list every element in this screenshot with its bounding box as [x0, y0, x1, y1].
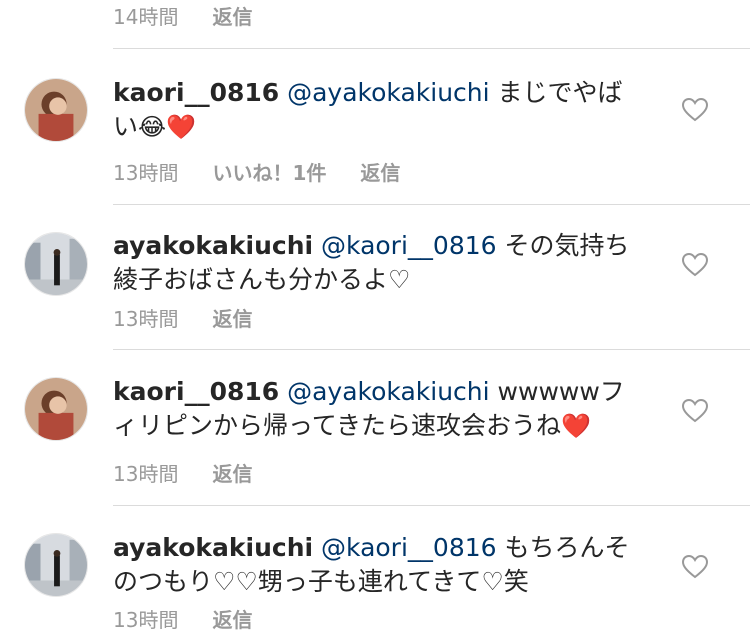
divider [113, 349, 750, 350]
avatar-kaori[interactable] [24, 78, 88, 142]
divider [113, 505, 750, 506]
avatar-ayako[interactable] [24, 533, 88, 597]
comment-username[interactable]: ayakokakiuchi [113, 231, 313, 260]
comment-meta: 13時間 返信 [113, 604, 252, 633]
comment-meta: 13時間 返信 [113, 303, 252, 332]
comment-text: ayakokakiuchi @kaori__0816 その気持ち綾子おばさんも分… [113, 229, 633, 297]
comment-username[interactable]: kaori__0816 [113, 377, 279, 406]
comment-mention[interactable]: @ayakokakiuchi [287, 78, 489, 107]
comment-username[interactable]: ayakokakiuchi [113, 533, 313, 562]
avatar-kaori[interactable] [24, 377, 88, 441]
comment-text: kaori__0816 @ayakokakiuchi wwwwwフィリピンから帰… [113, 375, 633, 443]
like-heart-icon[interactable] [682, 253, 708, 277]
comment-meta: 13時間 いいね！1件 返信 [113, 157, 400, 186]
comment-time: 13時間 [113, 307, 179, 331]
like-heart-icon[interactable] [682, 555, 708, 579]
comment-time: 13時間 [113, 608, 179, 632]
reply-button[interactable]: 返信 [212, 1, 252, 30]
divider [113, 48, 750, 49]
avatar-ayako[interactable] [24, 232, 88, 296]
likes-count[interactable]: いいね！1件 [212, 157, 326, 186]
comment-meta: 13時間 返信 [113, 458, 252, 487]
like-heart-icon[interactable] [682, 399, 708, 423]
reply-button[interactable]: 返信 [212, 303, 252, 332]
comment-time: 13時間 [113, 462, 179, 486]
heart-emoji: ❤️ [166, 113, 196, 141]
reply-button[interactable]: 返信 [212, 458, 252, 487]
comment-mention[interactable]: @kaori__0816 [321, 533, 497, 562]
heart-emoji: ❤️ [561, 412, 591, 440]
comment-text: ayakokakiuchi @kaori__0816 もちろんそのつもり♡♡甥っ… [113, 531, 633, 599]
like-heart-icon[interactable] [682, 98, 708, 122]
comment-time: 13時間 [113, 161, 179, 185]
comment-username[interactable]: kaori__0816 [113, 78, 279, 107]
comment-mention[interactable]: @ayakokakiuchi [287, 377, 489, 406]
divider [113, 204, 750, 205]
comment-time: 14時間 [113, 4, 179, 29]
comment-text: kaori__0816 @ayakokakiuchi まじでやばい😂❤️ [113, 76, 633, 144]
reply-button[interactable]: 返信 [212, 604, 252, 633]
comment-mention[interactable]: @kaori__0816 [321, 231, 497, 260]
laughing-emoji: 😂 [138, 113, 167, 141]
previous-comment-meta: 14時間 返信 [113, 0, 252, 30]
reply-button[interactable]: 返信 [360, 157, 400, 186]
